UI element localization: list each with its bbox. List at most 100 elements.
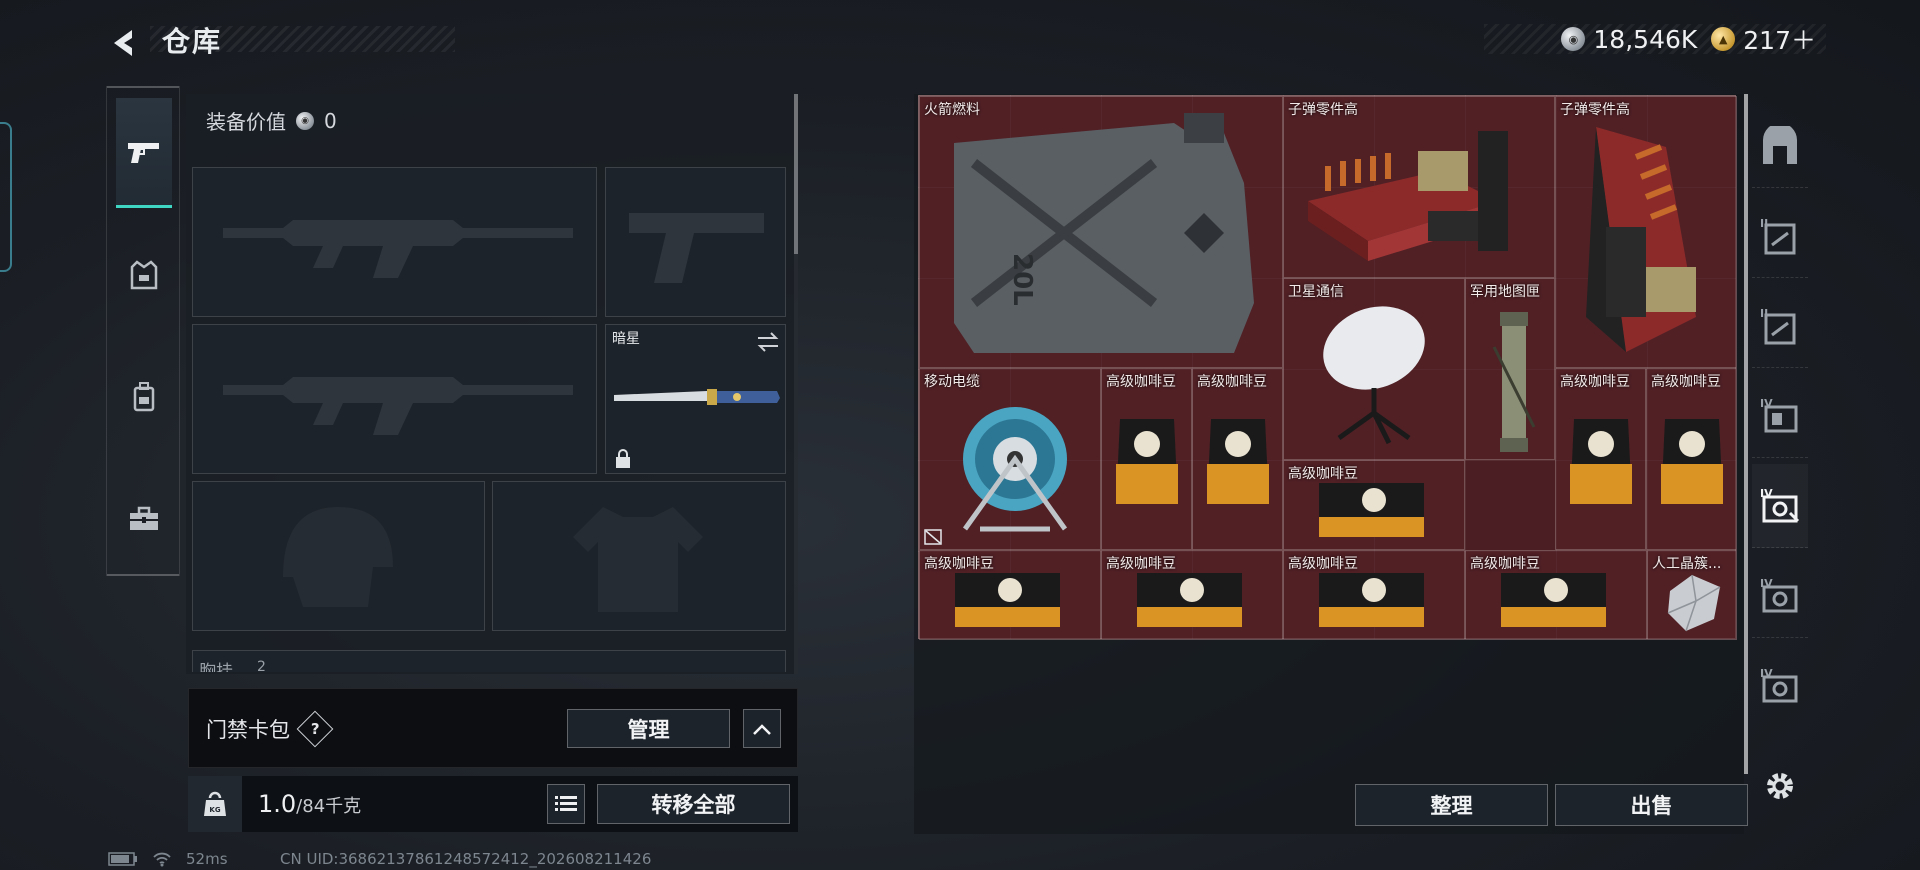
- chevron-up-icon: [753, 723, 771, 735]
- item-name: 高级咖啡豆: [1560, 374, 1630, 390]
- item-premium-coffee[interactable]: 高级咖啡豆: [1192, 368, 1283, 550]
- chest-rig-slot[interactable]: 胸挂 2: [192, 650, 786, 672]
- keycard-title: 门禁卡包: [206, 718, 290, 742]
- settings-button[interactable]: [1760, 766, 1800, 806]
- item-premium-coffee[interactable]: 高级咖啡豆: [1555, 368, 1646, 550]
- item-premium-coffee[interactable]: 高级咖啡豆: [1646, 368, 1737, 550]
- stash-tab-2[interactable]: II: [1752, 194, 1808, 278]
- coffee-bag-icon: [1319, 573, 1424, 627]
- pistol-silhouette-icon: [629, 213, 764, 283]
- item-premium-coffee[interactable]: 高级咖啡豆: [919, 550, 1101, 640]
- item-bullet-parts[interactable]: 子弹零件高: [1283, 96, 1555, 278]
- helmet-slot[interactable]: [192, 481, 485, 631]
- item-name: 移动电缆: [924, 374, 980, 390]
- collapse-button[interactable]: [743, 709, 781, 748]
- pistol-icon: [128, 142, 159, 163]
- cable-reel-icon: [962, 407, 1068, 532]
- chest-rig-label: 胸挂: [199, 662, 233, 672]
- equipment-category-tabs: [106, 86, 180, 576]
- stash-tab-6[interactable]: IV: [1752, 554, 1808, 638]
- body-armor-slot[interactable]: [492, 481, 786, 631]
- jerrycan-icon: 20L: [954, 113, 1254, 353]
- item-name: 高级咖啡豆: [1288, 466, 1358, 482]
- help-icon[interactable]: ?: [296, 710, 334, 748]
- item-rocket-fuel[interactable]: 火箭燃料 20L: [919, 96, 1283, 368]
- equipment-value: 装备价值 ◉ 0: [206, 106, 337, 135]
- satellite-dish-icon: [1323, 306, 1425, 445]
- keycard-title-row: 门禁卡包 ?: [206, 710, 334, 748]
- melee-slot[interactable]: 暗星: [605, 324, 786, 474]
- stash-tab-overview[interactable]: [1752, 104, 1808, 188]
- status-bar: 52ms: [108, 850, 228, 868]
- item-bullet-parts[interactable]: 子弹零件高: [1555, 96, 1737, 368]
- item-name: 高级咖啡豆: [1651, 374, 1721, 390]
- sort-button[interactable]: 整理: [1355, 784, 1548, 826]
- gold-coin-icon: ▲: [1711, 27, 1736, 51]
- primary-weapon-slot-1[interactable]: [192, 167, 597, 317]
- container-icon: II: [1760, 217, 1796, 254]
- tab-case[interactable]: [116, 464, 172, 574]
- item-satellite-comms[interactable]: 卫星通信: [1283, 278, 1465, 460]
- back-arrow-icon: [114, 30, 132, 56]
- coffee-bag-icon: [1116, 419, 1178, 504]
- svg-text:KG: KG: [209, 806, 220, 814]
- container-icon: IV: [1760, 577, 1798, 612]
- rifle-silhouette-icon: [223, 220, 573, 278]
- item-name: 子弹零件高: [1288, 102, 1358, 118]
- stash-tab-5-active[interactable]: IV: [1752, 464, 1808, 548]
- tab-armor[interactable]: [116, 220, 172, 330]
- item-name: 子弹零件高: [1560, 102, 1630, 118]
- map-tube-icon: [1492, 312, 1536, 452]
- equipment-value-amount: 0: [324, 108, 337, 133]
- armor-silhouette-icon: [573, 507, 703, 612]
- item-artificial-crystal[interactable]: 人工晶簇...: [1647, 550, 1737, 640]
- item-premium-coffee[interactable]: 高级咖啡豆: [1101, 368, 1192, 550]
- back-button[interactable]: [104, 22, 146, 64]
- gear-icon: [1767, 773, 1793, 799]
- item-mobile-cable[interactable]: 移动电缆: [919, 368, 1101, 550]
- sell-button[interactable]: 出售: [1555, 784, 1748, 826]
- stash-tab-4[interactable]: IV: [1752, 374, 1808, 458]
- stash-tabs: II II IV IV IV IV: [1752, 94, 1808, 744]
- tab-backpack[interactable]: [116, 342, 172, 452]
- item-name: 高级咖啡豆: [1106, 374, 1176, 390]
- coffee-bag-icon: [955, 573, 1060, 627]
- weight-readout: 1.0/84千克: [258, 790, 361, 818]
- crystal-icon: [1667, 574, 1721, 632]
- tab-weapons[interactable]: [116, 98, 172, 208]
- gold-currency[interactable]: ▲ 217＋: [1711, 21, 1816, 57]
- item-premium-coffee[interactable]: 高级咖啡豆: [1101, 550, 1283, 640]
- rifle-silhouette-icon: [223, 377, 573, 435]
- backpack-icon: [133, 382, 155, 412]
- list-view-button[interactable]: [547, 784, 585, 824]
- lock-icon: [616, 449, 630, 468]
- item-name: 高级咖啡豆: [1470, 556, 1540, 572]
- secondary-weapon-slot[interactable]: [605, 167, 786, 317]
- manage-button[interactable]: 管理: [567, 709, 730, 748]
- page-title: 仓库: [162, 25, 223, 58]
- knife-icon: [614, 389, 780, 405]
- silver-currency[interactable]: ◉ 18,546K: [1561, 25, 1697, 54]
- gold-amount: 217＋: [1743, 26, 1816, 55]
- item-premium-coffee[interactable]: 高级咖啡豆: [1283, 550, 1465, 640]
- item-map-tube[interactable]: 军用地图匣: [1465, 278, 1555, 460]
- stash-tab-3[interactable]: II: [1752, 284, 1808, 368]
- coffee-bag-icon: [1207, 419, 1269, 504]
- container-icon: II: [1760, 307, 1796, 344]
- item-name: 火箭燃料: [924, 102, 980, 118]
- stash-tab-7[interactable]: IV: [1752, 644, 1808, 728]
- storage-scrollbar[interactable]: [1744, 94, 1748, 774]
- swap-icon[interactable]: [756, 331, 780, 353]
- item-premium-coffee[interactable]: 高级咖啡豆: [1465, 550, 1647, 640]
- melee-name: 暗星: [612, 331, 640, 347]
- kettlebell-icon: KG: [204, 791, 226, 816]
- equipment-scroll-thumb[interactable]: [794, 94, 798, 254]
- item-premium-coffee[interactable]: 高级咖啡豆: [1283, 460, 1465, 550]
- silver-coin-icon: ◉: [1561, 27, 1586, 51]
- side-drawer-handle[interactable]: [0, 122, 12, 272]
- ammo-crate-icon: [1308, 131, 1508, 261]
- ammo-crate-icon: [1586, 127, 1696, 352]
- primary-weapon-slot-2[interactable]: [192, 324, 597, 474]
- transfer-all-button[interactable]: 转移全部: [597, 784, 790, 824]
- item-name: 人工晶簇...: [1652, 556, 1722, 572]
